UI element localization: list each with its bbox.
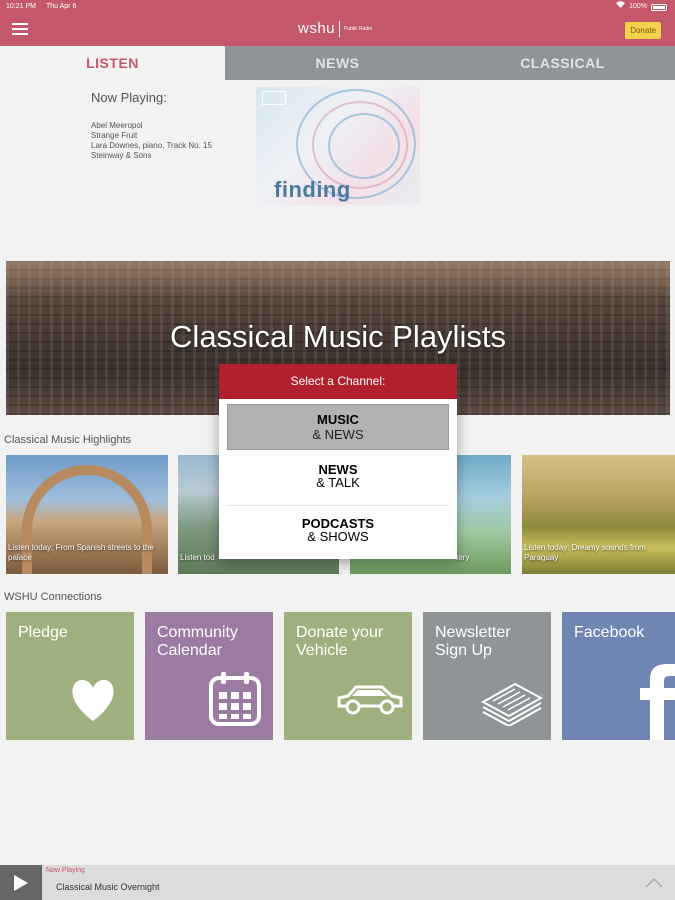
- channel-news-talk[interactable]: NEWS & TALK: [227, 455, 449, 501]
- album-title-word: finding: [274, 177, 351, 202]
- channel-select-dialog: Select a Channel: MUSIC & NEWS NEWS & TA…: [219, 364, 457, 559]
- tile-label: Facebook: [574, 624, 645, 641]
- channel-subname: & NEWS: [312, 427, 364, 442]
- dialog-title: Select a Channel:: [219, 364, 457, 399]
- battery-icon: [651, 3, 667, 11]
- tab-news[interactable]: NEWS: [225, 46, 450, 80]
- community-calendar-tile[interactable]: Community Calendar: [145, 612, 273, 740]
- channel-subname: & SHOWS: [307, 529, 369, 544]
- highlight-card[interactable]: Listen today: Dreamy sounds from Paragua…: [522, 455, 675, 574]
- highlight-caption: Listen today: Dreamy sounds from Paragua…: [524, 543, 646, 562]
- album-art: finding: [256, 87, 420, 205]
- now-playing-label: Now Playing:: [91, 90, 167, 105]
- status-time: 10:21 PM: [6, 3, 36, 10]
- donate-vehicle-tile[interactable]: Donate your Vehicle: [284, 612, 412, 740]
- connections-heading: WSHU Connections: [4, 591, 102, 603]
- donate-button[interactable]: Donate: [625, 22, 661, 39]
- album-badge: [262, 91, 286, 105]
- tile-label: Donate your Vehicle: [296, 624, 384, 659]
- status-bar: 10:21 PM Thu Apr 6 100%: [0, 0, 675, 14]
- play-button[interactable]: [0, 865, 42, 900]
- status-date: Thu Apr 6: [46, 3, 77, 10]
- tab-bar: LISTEN NEWS CLASSICAL: [0, 46, 675, 80]
- logo-mark: wshu: [298, 20, 336, 37]
- wifi-icon: [616, 0, 626, 14]
- channel-name: MUSIC: [317, 412, 359, 427]
- tile-label: Community Calendar: [157, 624, 238, 659]
- chevron-up-icon[interactable]: [645, 875, 663, 893]
- newsletter-signup-tile[interactable]: Newsletter Sign Up: [423, 612, 551, 740]
- player-bar: Now Playing Classical Music Overnight: [0, 865, 675, 900]
- player-title: Classical Music Overnight: [56, 882, 160, 892]
- heart-icon: [68, 678, 118, 727]
- now-playing-composer: Abel Meeropol: [91, 121, 143, 130]
- banner-title: Classical Music Playlists: [170, 319, 506, 354]
- tab-listen[interactable]: LISTEN: [0, 46, 225, 80]
- highlight-caption: Listen tod: [180, 553, 215, 562]
- highlight-caption: Listen today: From Spanish streets to th…: [8, 543, 154, 562]
- wshu-logo: wshu Public Radio: [298, 20, 372, 37]
- pledge-tile[interactable]: Pledge: [6, 612, 134, 740]
- highlight-caption: tery: [456, 553, 470, 562]
- now-playing-performer: Lara Downes, piano, Track No. 15: [91, 141, 212, 150]
- tab-classical[interactable]: CLASSICAL: [450, 46, 675, 80]
- hamburger-menu-icon[interactable]: [12, 23, 28, 36]
- status-right: 100%: [616, 0, 667, 14]
- now-playing-details: Abel Meeropol Strange Fruit Lara Downes,…: [91, 121, 212, 161]
- facebook-icon: [638, 664, 675, 740]
- calendar-icon: [209, 670, 261, 731]
- channel-music-news[interactable]: MUSIC & NEWS: [227, 404, 449, 450]
- newspaper-icon: [480, 676, 544, 731]
- battery-percent: 100%: [629, 3, 647, 10]
- highlights-heading: Classical Music Highlights: [4, 434, 132, 446]
- channel-subname: & TALK: [316, 475, 360, 490]
- channel-podcasts-shows[interactable]: PODCASTS & SHOWS: [227, 509, 449, 555]
- player-now-playing-label: Now Playing: [46, 867, 85, 874]
- tile-label: Pledge: [18, 624, 68, 641]
- now-playing-title: Strange Fruit: [91, 131, 138, 140]
- highlight-card[interactable]: Listen today: From Spanish streets to th…: [6, 455, 168, 574]
- app-header: wshu Public Radio Donate: [0, 14, 675, 46]
- now-playing-label-company: Steinway & Sons: [91, 151, 152, 160]
- tile-label: Newsletter Sign Up: [435, 624, 511, 659]
- logo-subtitle: Public Radio: [344, 25, 373, 32]
- car-icon: [336, 682, 404, 721]
- facebook-tile[interactable]: Facebook: [562, 612, 675, 740]
